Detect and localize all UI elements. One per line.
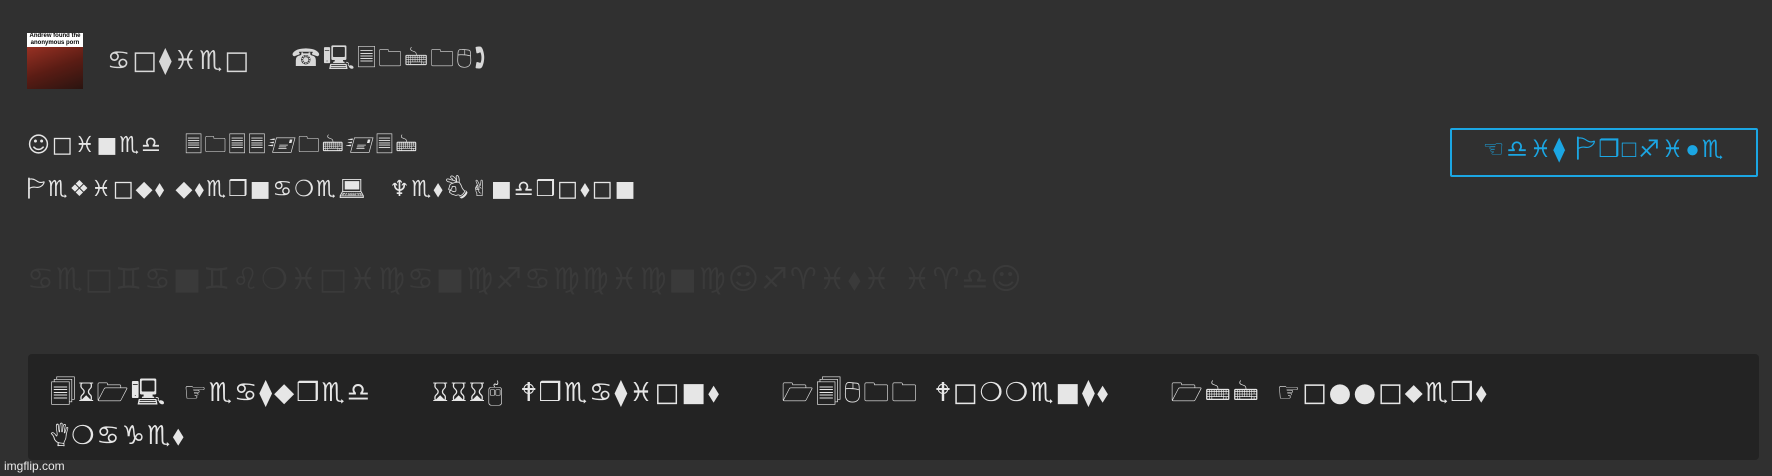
joined-value: 🗏︎🗀︎🗏︎🗏︎🖅︎🗀︎🖮︎🖅︎🗏︎🖮︎ <box>184 133 420 158</box>
profile-header: Andrew found the anonymous porn ♋︎□︎⧫︎♓︎… <box>27 33 487 89</box>
user-id: ☎︎🖳︎🗏︎🗀︎🖮︎🗀︎🖰︎🕽︎ <box>290 43 488 72</box>
followers-count: 🗁︎🖮︎🖮︎ <box>1170 378 1261 408</box>
avatar[interactable]: Andrew found the anonymous porn <box>27 33 83 89</box>
joined-row: ☺︎□︎♓︎■︎♏︎♎︎ 🗏︎🗀︎🗏︎🗏︎🖅︎🗀︎🖮︎🖅︎🗏︎🖮︎ <box>27 128 419 166</box>
username: ♋︎□︎⧫︎♓︎♏︎□︎ <box>107 46 251 76</box>
comments-count: 🗁︎🗐︎🖰︎🗀︎🗀︎ <box>781 378 920 408</box>
images-link[interactable]: 🖐︎❍︎♋︎♑︎♏︎⬧︎ <box>50 421 186 451</box>
previous-usernames-row: 🏱︎♏︎❖︎♓︎□︎◆︎⬧︎ ◆︎⬧︎♏︎❒︎■︎♋︎❍︎♏︎💻︎ ♆︎♏︎⬧︎🖏… <box>27 172 637 210</box>
edit-profile-button[interactable]: ☜︎♎︎♓︎⧫︎ 🏱︎❒︎□︎♐︎♓︎●︎♏︎ <box>1450 128 1758 177</box>
creations-link[interactable]: 🕈︎❒︎♏︎♋︎⧫︎♓︎□︎■︎⬧︎ <box>521 378 722 408</box>
previous-usernames-label: 🏱︎♏︎❖︎♓︎□︎◆︎⬧︎ ◆︎⬧︎♏︎❒︎■︎♋︎❍︎♏︎💻︎ <box>27 177 368 202</box>
followers-link[interactable]: ☞︎□︎●︎●︎□︎⬥︎♏︎❒︎⬧︎ <box>1277 378 1489 408</box>
comments-link[interactable]: 🕈︎□︎❍︎❍︎♏︎■︎⧫︎⬧︎ <box>935 378 1110 408</box>
featured-count: 🗐︎⌛︎🗁︎🖳︎ <box>50 378 168 408</box>
creations-count: ⌛︎⌛︎⌛︎🖰︎ <box>432 378 505 408</box>
joined-label: ☺︎□︎♓︎■︎♏︎♎︎ <box>27 133 163 158</box>
stats-bar: 🗐︎⌛︎🗁︎🖳︎ ☞︎♏︎♋︎⧫︎◆︎❒︎♏︎♎︎ ⌛︎⌛︎⌛︎🖰︎ 🕈︎❒︎♏︎♋︎… <box>28 354 1759 460</box>
avatar-caption: Andrew found the anonymous porn <box>27 33 83 47</box>
faded-banner-text: ♋︎♏︎□︎♊︎♋︎■︎♊︎♌︎❍︎♓︎□︎♓︎♍︎♋︎■︎♍︎♐︎♋︎♍︎♍︎… <box>27 262 1024 297</box>
previous-usernames-value: ♆︎♏︎⬧︎🖏︎✌︎■︎♎︎❒︎□︎⬧︎□︎■︎ <box>389 177 638 202</box>
featured-link[interactable]: ☞︎♏︎♋︎⧫︎◆︎❒︎♏︎♎︎ <box>183 378 372 408</box>
watermark: imgflip.com <box>4 459 65 473</box>
